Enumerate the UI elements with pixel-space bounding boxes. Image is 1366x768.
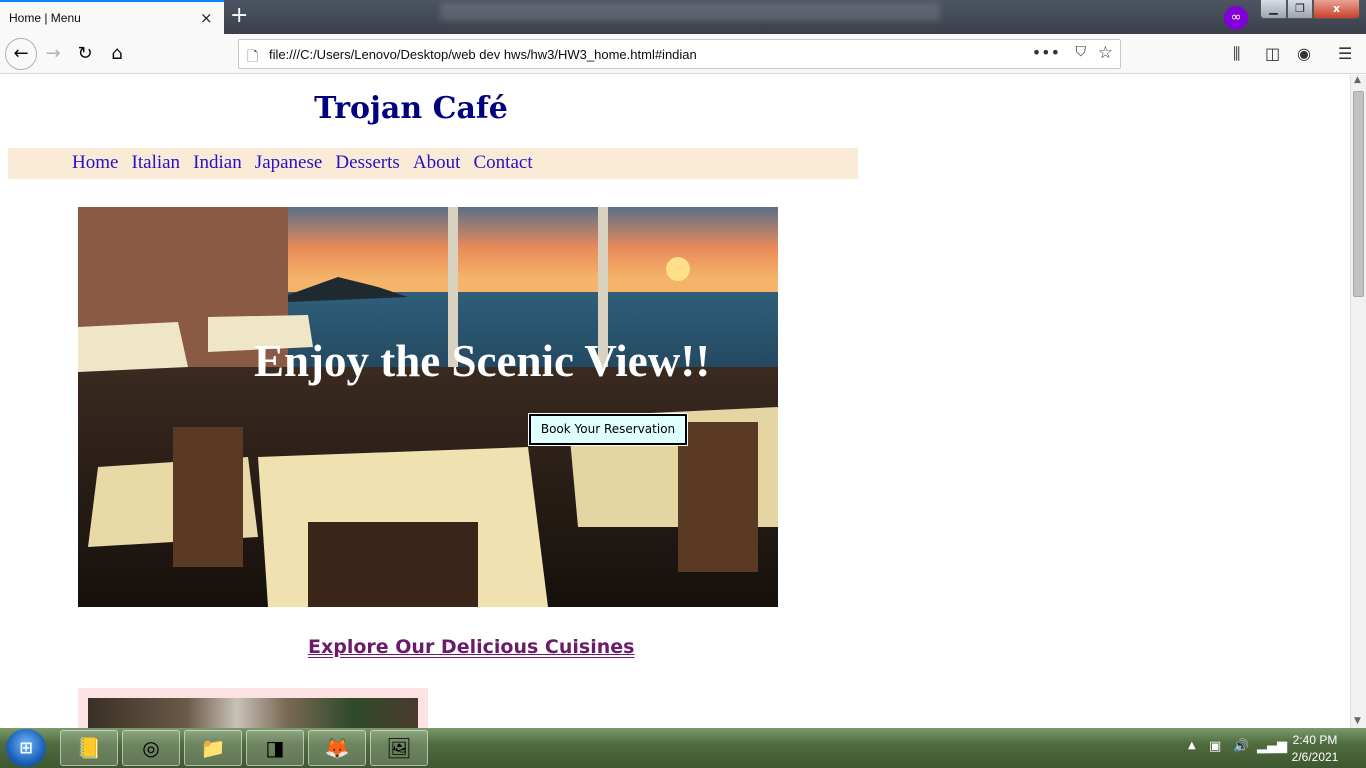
book-reservation-button[interactable]: Book Your Reservation [529, 414, 687, 445]
restaurant-sunset-image [78, 207, 778, 607]
scroll-up-icon[interactable]: ▲ [1354, 75, 1361, 85]
url-text[interactable]: file:///C:/Users/Lenovo/Desktop/web dev … [269, 47, 697, 62]
window-close-button[interactable]: x [1313, 0, 1360, 19]
window-minimize-button[interactable]: ▁ [1260, 0, 1287, 19]
new-tab-icon[interactable]: + [230, 5, 248, 27]
cuisine-image [88, 698, 418, 728]
page-actions-icon[interactable]: ••• [1032, 43, 1060, 62]
hero-banner: Enjoy the Scenic View!! Book Your Reserv… [78, 207, 778, 607]
nav-link-desserts[interactable]: Desserts [335, 152, 399, 174]
hero-heading: Enjoy the Scenic View!! [254, 336, 711, 386]
pocket-icon[interactable]: ⛉ [1076, 44, 1087, 60]
chrome-icon[interactable]: ◎ [122, 730, 180, 766]
action-center-icon[interactable]: ▣ [1209, 739, 1221, 754]
tab-bar: Home | Menu × + ∞ ▁ ❐ x [0, 0, 1366, 34]
nav-link-about[interactable]: About [413, 152, 461, 174]
nav-link-italian[interactable]: Italian [132, 152, 181, 174]
account-icon[interactable]: ◉ [1297, 44, 1311, 63]
windows-taskbar: ⊞ 📒 ◎ 📁 ◨ 🦊 🖼 ▲ ▣ 🔊 ▂▄▆ 2:40 PM 2/6/2021 [0, 728, 1366, 768]
home-icon[interactable]: ⌂ [104, 42, 130, 66]
hamburger-menu-icon[interactable]: ☰ [1338, 44, 1352, 63]
url-bar[interactable]: 🗋 file:///C:/Users/Lenovo/Desktop/web de… [238, 39, 1121, 69]
editor-app-icon[interactable]: ◨ [246, 730, 304, 766]
clock-date[interactable]: 2/6/2021 [1280, 750, 1350, 764]
tray-expand-icon[interactable]: ▲ [1188, 740, 1196, 751]
window-maximize-button[interactable]: ❐ [1287, 0, 1313, 19]
browser-toolbar: ← → ↻ ⌂ 🗋 file:///C:/Users/Lenovo/Deskto… [0, 34, 1366, 74]
nav-link-indian[interactable]: Indian [193, 152, 242, 174]
explore-heading: Explore Our Delicious Cuisines [308, 636, 635, 658]
scroll-down-icon[interactable]: ▼ [1354, 716, 1361, 726]
nav-link-home[interactable]: Home [72, 152, 118, 174]
bookmark-star-icon[interactable]: ☆ [1098, 43, 1113, 63]
sidebar-icon[interactable]: ◫ [1265, 44, 1280, 63]
nav-link-japanese[interactable]: Japanese [255, 152, 323, 174]
private-browsing-icon: ∞ [1224, 6, 1248, 30]
window-title-blur [440, 3, 940, 21]
reload-icon[interactable]: ↻ [72, 42, 98, 66]
tab-close-icon[interactable]: × [200, 11, 213, 26]
forward-icon[interactable]: → [40, 42, 66, 66]
cuisine-card[interactable] [78, 688, 428, 728]
page-scrollbar[interactable]: ▲ ▼ [1350, 75, 1366, 728]
sticky-notes-icon[interactable]: 📒 [60, 730, 118, 766]
start-button[interactable]: ⊞ [6, 729, 46, 767]
file-explorer-icon[interactable]: 📁 [184, 730, 242, 766]
library-icon[interactable]: ⫼ [1233, 44, 1240, 64]
web-page: Trojan Café Home Italian Indian Japanese… [0, 75, 1350, 728]
site-title: Trojan Café [314, 91, 508, 126]
back-icon[interactable]: ← [5, 38, 37, 70]
page-info-icon[interactable]: 🗋 [247, 46, 258, 70]
photo-viewer-icon[interactable]: 🖼 [370, 730, 428, 766]
scrollbar-thumb[interactable] [1353, 91, 1364, 297]
tab-active[interactable]: Home | Menu × [0, 0, 224, 34]
volume-icon[interactable]: 🔊 [1233, 739, 1249, 754]
nav-link-contact[interactable]: Contact [474, 152, 533, 174]
site-nav: Home Italian Indian Japanese Desserts Ab… [8, 148, 858, 179]
tab-title: Home | Menu [9, 11, 81, 25]
firefox-icon[interactable]: 🦊 [308, 730, 366, 766]
clock-time[interactable]: 2:40 PM [1280, 733, 1350, 747]
